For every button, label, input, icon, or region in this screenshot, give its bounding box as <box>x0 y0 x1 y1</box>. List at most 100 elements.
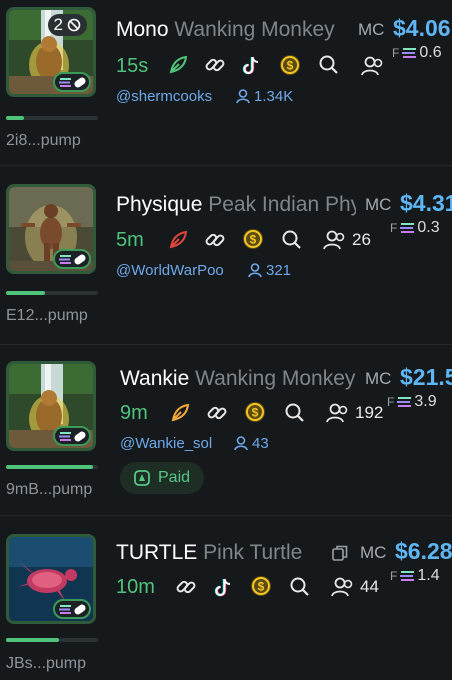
solana-icon <box>58 431 71 441</box>
paid-label: Paid <box>158 469 191 486</box>
token-name: Wanking Monkey <box>195 367 356 390</box>
link-icon[interactable] <box>174 575 198 599</box>
dollar-coin-icon[interactable]: $ <box>278 53 302 77</box>
followers-value: 1.34K <box>254 88 294 105</box>
bonding-progress <box>6 291 98 295</box>
token-title[interactable]: Physique Peak Indian Physique <box>116 193 356 217</box>
holders-icon <box>323 230 345 250</box>
badge-count: 2 <box>47 14 87 36</box>
followers-count[interactable]: 1.34K <box>236 88 293 105</box>
dollar-coin-icon[interactable]: $ <box>243 400 267 424</box>
market-cap-value: $4.31 <box>400 190 452 216</box>
holders-value: 26 <box>352 230 371 249</box>
svg-text:$: $ <box>250 233 257 247</box>
twitter-handle[interactable]: @shermcooks <box>116 88 212 105</box>
mc-label: MC <box>360 543 387 562</box>
twitter-handle[interactable]: @Wankie_sol <box>120 435 212 452</box>
holders-count <box>360 55 390 77</box>
f-stat: F 1.4 <box>390 567 440 584</box>
no-sign-icon <box>67 18 81 32</box>
token-name: Peak Indian Physique <box>208 193 356 216</box>
contract-address[interactable]: 2i8...pump <box>6 132 81 150</box>
token-symbol: Physique <box>116 193 203 216</box>
user-icon <box>234 436 248 451</box>
user-icon <box>248 263 262 278</box>
leaf-icon[interactable] <box>166 53 190 77</box>
f-stat: F 0.6 <box>392 44 442 61</box>
twitter-handle[interactable]: @WorldWarPoo <box>116 262 224 279</box>
f-stat-value: 3.9 <box>414 393 437 410</box>
dollar-coin-icon[interactable]: $ <box>241 227 265 251</box>
solana-icon <box>58 77 71 87</box>
token-symbol: Wankie <box>120 367 190 390</box>
chain-badge <box>53 599 91 619</box>
copy-icon[interactable] <box>328 541 352 565</box>
bonding-progress <box>6 465 98 469</box>
tiktok-icon[interactable] <box>239 53 263 77</box>
solana-icon <box>400 223 415 233</box>
link-icon[interactable] <box>203 228 227 252</box>
holders-count: 44 <box>330 576 379 598</box>
badge-count-value: 2 <box>53 15 63 34</box>
contract-address[interactable]: E12...pump <box>6 307 88 325</box>
contract-address[interactable]: JBs...pump <box>6 655 86 673</box>
token-name: Pink Turtle <box>203 541 303 564</box>
contract-address[interactable]: 9mB...pump <box>6 481 92 499</box>
token-age: 10m <box>116 576 155 598</box>
token-symbol: TURTLE <box>116 541 198 564</box>
chain-badge <box>53 426 91 446</box>
token-image[interactable] <box>6 184 96 274</box>
pump-pill-icon <box>72 75 87 89</box>
followers-value: 43 <box>252 435 269 452</box>
bonding-progress <box>6 638 98 642</box>
token-title[interactable]: Wankie Wanking Monkey <box>120 367 356 391</box>
holders-value: 44 <box>360 577 379 596</box>
token-name: Wanking Monkey <box>174 18 335 41</box>
token-symbol: Mono <box>116 18 169 41</box>
token-row[interactable]: 9mB...pump Wankie Wanking Monkey MC $21.… <box>0 345 452 516</box>
search-icon[interactable] <box>280 228 304 252</box>
token-age: 15s <box>116 55 149 77</box>
token-title[interactable]: TURTLE Pink Turtle <box>116 541 330 565</box>
followers-count[interactable]: 43 <box>234 435 269 452</box>
solana-icon <box>400 571 415 581</box>
mc-label: MC <box>358 20 385 39</box>
token-image[interactable]: 2 <box>6 7 96 97</box>
solana-icon <box>58 254 71 264</box>
mc-label: MC <box>365 369 392 388</box>
token-row[interactable]: E12...pump Physique Peak Indian Physique… <box>0 166 452 345</box>
pump-pill-icon <box>72 252 87 266</box>
leaf-icon[interactable] <box>168 401 192 425</box>
search-icon[interactable] <box>288 575 312 599</box>
market-cap-value: $6.28 <box>395 538 452 564</box>
token-age: 5m <box>116 229 144 251</box>
token-image[interactable] <box>6 534 96 624</box>
bonding-progress <box>6 116 98 120</box>
holders-icon <box>331 577 353 597</box>
search-icon[interactable] <box>283 401 307 425</box>
search-icon[interactable] <box>317 53 341 77</box>
leaf-icon[interactable] <box>166 228 190 252</box>
token-row[interactable]: JBs...pump TURTLE Pink Turtle MC $6.28 1… <box>0 516 452 680</box>
chain-badge <box>53 72 91 92</box>
holders-icon <box>326 403 348 423</box>
solana-icon <box>402 48 417 58</box>
market-cap-value: $21.5 <box>400 364 452 390</box>
dollar-coin-icon[interactable]: $ <box>249 574 273 598</box>
followers-count[interactable]: 321 <box>248 262 291 279</box>
holders-value: 192 <box>355 403 384 422</box>
f-stat: F 3.9 <box>387 393 437 410</box>
chain-badge <box>53 249 91 269</box>
pump-pill-icon <box>72 429 87 443</box>
tiktok-icon[interactable] <box>211 575 235 599</box>
token-title[interactable]: Mono Wanking Monkey <box>116 18 356 42</box>
token-image[interactable] <box>6 361 96 451</box>
followers-value: 321 <box>266 262 292 279</box>
dexscreener-icon <box>134 470 150 486</box>
link-icon[interactable] <box>205 401 229 425</box>
link-icon[interactable] <box>203 53 227 77</box>
token-row[interactable]: 2 2i8...pump Mono Wanking Monkey MC $4.0… <box>0 0 452 166</box>
paid-badge: Paid <box>120 462 205 494</box>
token-age: 9m <box>120 402 148 424</box>
solana-icon <box>397 397 412 407</box>
